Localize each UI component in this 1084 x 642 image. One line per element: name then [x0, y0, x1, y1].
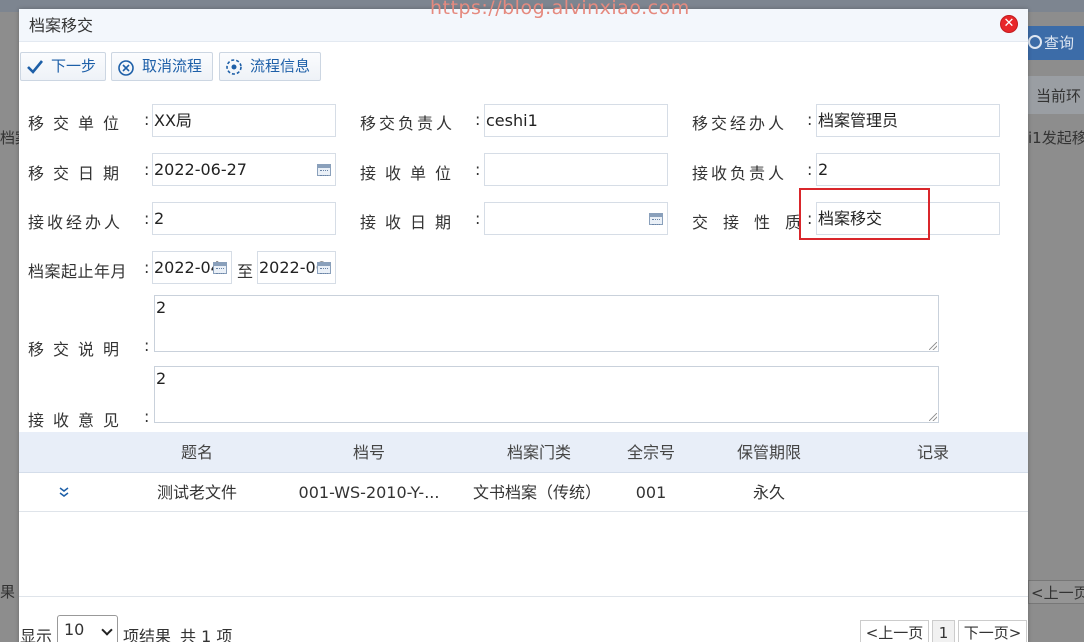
total-count: 共 1 项: [180, 627, 233, 642]
watermark: https://blog.alvinxiao.com: [430, 0, 690, 19]
page-number-button[interactable]: 1: [932, 620, 955, 642]
colon: :: [807, 160, 813, 179]
column-header-record[interactable]: 记录: [883, 432, 983, 473]
process-info-button[interactable]: 流程信息: [219, 52, 321, 81]
background-current-label: 当前环: [1036, 87, 1082, 105]
receive-date-input[interactable]: [484, 202, 668, 235]
cancel-process-button[interactable]: 取消流程: [111, 52, 213, 81]
archive-period-label: 档案起止年月: [28, 262, 128, 281]
transfer-note-textarea[interactable]: 2: [154, 295, 939, 352]
archive-period-start-input[interactable]: 2022-04: [152, 251, 232, 284]
colon: :: [475, 160, 481, 179]
transfer-unit-label: 移交单位: [28, 114, 129, 133]
colon: :: [144, 110, 150, 129]
column-header-retention[interactable]: 保管期限: [719, 432, 819, 473]
resize-handle-icon[interactable]: [929, 413, 937, 421]
table-bottom-divider: [19, 596, 1028, 597]
receive-leader-input[interactable]: 2: [816, 153, 1000, 186]
table-row[interactable]: 测试老文件 001-WS-2010-Y-... 文书档案（传统） 001 永久: [19, 474, 1028, 512]
colon: :: [807, 110, 813, 129]
column-header-title[interactable]: 题名: [137, 432, 257, 473]
calendar-icon[interactable]: [317, 164, 331, 176]
search-icon: [1028, 35, 1042, 49]
table-header: 题名 档号 档案门类 全宗号 保管期限 记录: [19, 432, 1028, 473]
page-size-select[interactable]: 10: [57, 615, 118, 642]
transfer-leader-label: 移交负责人: [360, 114, 456, 133]
receive-unit-label: 接收单位: [360, 164, 461, 183]
colon: :: [144, 407, 150, 426]
background-search-button: 查询: [1022, 26, 1084, 60]
chevron-down-icon: [101, 624, 113, 636]
background-result-fragment: 果: [0, 583, 16, 601]
column-header-file-number[interactable]: 档号: [289, 432, 449, 473]
resize-handle-icon[interactable]: [929, 342, 937, 350]
cell-file-number: 001-WS-2010-Y-...: [298, 483, 440, 502]
archive-period-end-input[interactable]: 2022-06: [257, 251, 336, 284]
receive-opinion-label: 接收意见: [28, 411, 129, 430]
archive-transfer-dialog: 档案移交 ✕ 下一步 取消流程 流程信息 移交单位 : XX局 移交负责人 : …: [19, 9, 1028, 642]
background-prev-fragment: <上一页: [1031, 584, 1084, 602]
handover-type-label: 交接性质: [692, 213, 817, 232]
column-header-category[interactable]: 档案门类: [459, 432, 619, 473]
colon: :: [475, 209, 481, 228]
dialog-title: 档案移交: [29, 16, 94, 35]
colon: :: [144, 258, 150, 277]
calendar-icon[interactable]: [213, 262, 227, 274]
transfer-handler-input[interactable]: 档案管理员: [816, 104, 1000, 137]
colon: :: [807, 209, 813, 228]
receive-date-label: 接收日期: [360, 213, 461, 232]
cell-retention: 永久: [752, 483, 785, 502]
colon: :: [144, 160, 150, 179]
cell-category: 文书档案（传统）: [472, 483, 601, 502]
receive-unit-input[interactable]: [484, 153, 668, 186]
receive-opinion-textarea[interactable]: 2: [154, 366, 939, 423]
colon: :: [144, 336, 150, 355]
transfer-handler-label: 移交经办人: [692, 114, 788, 133]
colon: :: [475, 110, 481, 129]
transfer-date-input[interactable]: 2022-06-27: [152, 153, 336, 186]
process-info-icon: [226, 59, 242, 75]
cell-title: 测试老文件: [156, 483, 237, 502]
colon: :: [144, 209, 150, 228]
expand-chevron-icon[interactable]: [59, 486, 69, 498]
calendar-icon[interactable]: [649, 213, 663, 225]
calendar-icon[interactable]: [317, 262, 331, 274]
show-label: 显示: [20, 627, 53, 642]
next-page-button[interactable]: 下一页>: [958, 620, 1027, 642]
background-row-fragment-right: i1发起移: [1028, 129, 1084, 147]
receive-handler-input[interactable]: 2: [152, 202, 336, 235]
check-icon: [27, 60, 44, 74]
receive-handler-label: 接收经办人: [28, 213, 124, 232]
prev-page-button[interactable]: <上一页: [860, 620, 929, 642]
transfer-leader-input[interactable]: ceshi1: [484, 104, 668, 137]
receive-leader-label: 接收负责人: [692, 164, 788, 183]
handover-type-input[interactable]: 档案移交: [816, 202, 1000, 235]
cell-fonds-number: 001: [635, 483, 667, 502]
transfer-unit-input[interactable]: XX局: [152, 104, 336, 137]
transfer-date-label: 移交日期: [28, 164, 129, 183]
cancel-circle-icon: [118, 60, 134, 76]
close-icon[interactable]: ✕: [1000, 15, 1018, 33]
transfer-note-label: 移交说明: [28, 340, 129, 359]
results-label: 项结果: [123, 627, 172, 642]
period-separator: 至: [237, 262, 254, 281]
next-step-button[interactable]: 下一步: [20, 52, 106, 81]
column-header-fonds-number[interactable]: 全宗号: [611, 432, 691, 473]
